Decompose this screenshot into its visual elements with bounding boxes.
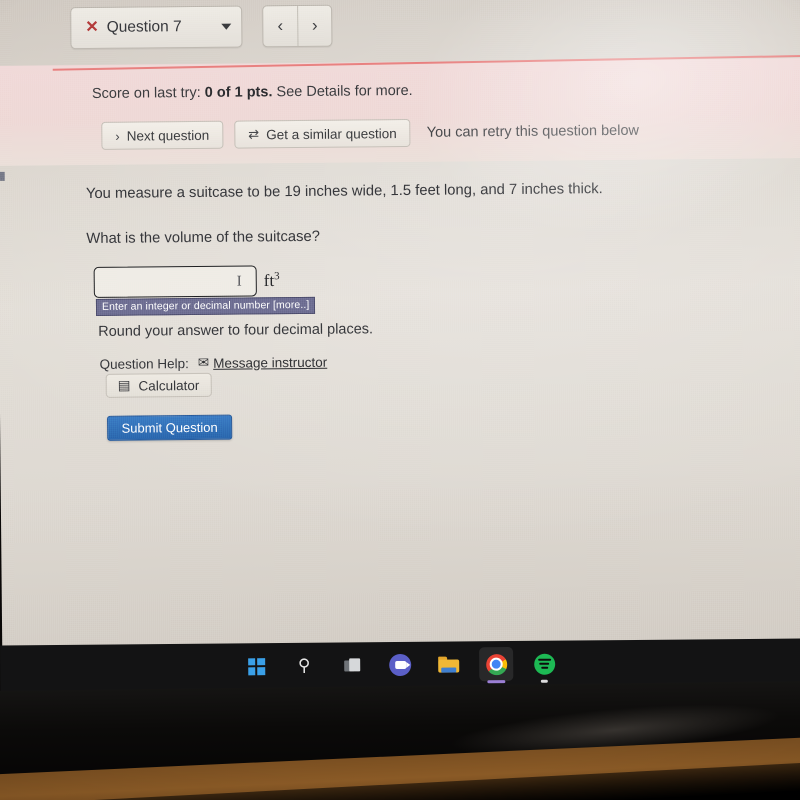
prev-question-button[interactable]: ‹ [263, 6, 297, 46]
input-format-hint[interactable]: Enter an integer or decimal number [more… [95, 296, 316, 316]
folder-icon [437, 656, 459, 673]
question-help-label: Question Help: [99, 355, 189, 372]
question-label: Question 7 [106, 18, 182, 36]
laptop-screen: ✕ Question 7 ‹ › Score on last try: 0 of… [0, 0, 800, 656]
photo-of-laptop-screen: ✕ Question 7 ‹ › Score on last try: 0 of… [0, 0, 800, 800]
score-suffix: See Details for more. [272, 82, 413, 101]
file-explorer-button[interactable] [431, 647, 465, 681]
taskbar-items: ⚲ [239, 647, 561, 684]
chevron-down-icon[interactable] [221, 23, 232, 30]
message-instructor-link[interactable]: ✉ Message instructor [198, 354, 328, 371]
unit-base: ft [263, 271, 275, 291]
calculator-button[interactable]: ▤ Calculator [105, 372, 212, 398]
question-prompt-line-1: You measure a suitcase to be 19 inches w… [85, 181, 603, 203]
answer-row: I ft3 [93, 265, 280, 298]
spotify-button[interactable] [527, 647, 561, 683]
question-prompt-line-2: What is the volume of the suitcase? [86, 228, 320, 248]
spotify-active-indicator [540, 679, 548, 683]
answer-input[interactable]: I [93, 265, 257, 298]
search-button[interactable]: ⚲ [287, 649, 321, 683]
text-cursor-icon: I [236, 273, 242, 290]
unit-exponent: 3 [274, 270, 280, 283]
question-navigation[interactable]: ‹ › [262, 4, 333, 48]
score-prefix: Score on last try: [91, 84, 205, 102]
question-select-box[interactable]: ✕ Question 7 [70, 5, 243, 50]
envelope-icon: ✉ [197, 354, 210, 370]
question-help-row: Question Help: ✉ Message instructor [99, 354, 327, 372]
score-text: Score on last try: 0 of 1 pts. See Detai… [92, 83, 413, 102]
teams-camera-icon [389, 653, 412, 677]
teams-button[interactable] [383, 648, 417, 682]
start-button[interactable] [239, 649, 273, 683]
get-similar-question-button[interactable]: ⇄ Get a similar question [234, 118, 411, 149]
calculator-icon: ▤ [117, 377, 131, 393]
task-view-button[interactable] [335, 648, 369, 682]
chrome-active-indicator [487, 680, 506, 684]
calculator-label: Calculator [138, 377, 200, 394]
chrome-button[interactable] [479, 647, 514, 684]
x-icon: ✕ [85, 18, 99, 37]
task-view-icon [343, 657, 361, 673]
message-instructor-label: Message instructor [213, 354, 328, 371]
rounding-note: Round your answer to four decimal places… [98, 321, 374, 340]
result-banner [0, 58, 800, 166]
webassign-question-page: ✕ Question 7 ‹ › Score on last try: 0 of… [0, 0, 800, 656]
score-value: 0 of 1 pts. [204, 84, 273, 101]
submit-question-button[interactable]: Submit Question [107, 414, 233, 441]
clipped-edge-fragment [0, 171, 5, 181]
answer-unit: ft3 [264, 270, 280, 291]
next-question-label: Next question [126, 127, 210, 144]
next-question-button[interactable]: › [297, 5, 332, 47]
search-icon: ⚲ [297, 655, 311, 675]
refresh-cycle-icon: ⇄ [248, 126, 260, 142]
question-selector[interactable]: ✕ Question 7 [70, 5, 243, 50]
retry-note: You can retry this question below [426, 122, 640, 141]
get-similar-question-label: Get a similar question [266, 125, 397, 142]
chevron-right-icon: › [115, 128, 120, 144]
spotify-icon [533, 653, 555, 675]
banner-action-row: › Next question ⇄ Get a similar question… [101, 117, 639, 150]
windows-logo-icon [247, 657, 265, 675]
next-question-button-banner[interactable]: › Next question [101, 120, 224, 150]
chrome-icon [485, 653, 507, 675]
